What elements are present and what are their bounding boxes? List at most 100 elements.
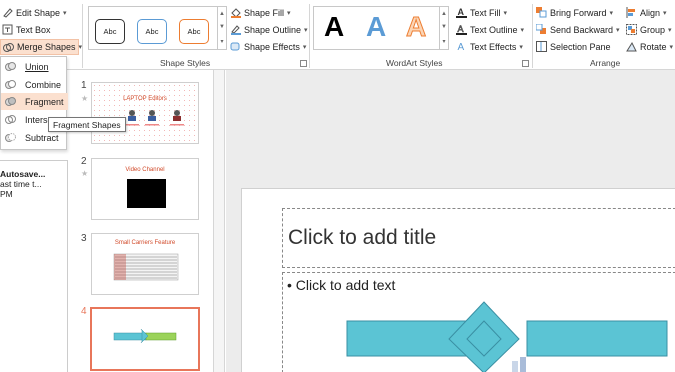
chevron-up-icon[interactable]: ▲ bbox=[441, 11, 447, 17]
bring-forward-label: Bring Forward bbox=[550, 7, 607, 18]
dialog-launcher-icon[interactable] bbox=[300, 60, 307, 67]
wordart-style-3[interactable]: A bbox=[405, 11, 426, 43]
gallery-scroller[interactable]: ▲ ▼ ▾ bbox=[439, 7, 448, 49]
group-separator bbox=[532, 4, 533, 68]
chevron-down-icon[interactable]: ▼ bbox=[219, 24, 225, 30]
thumbnail-table bbox=[113, 253, 179, 281]
shape-styles-group-label: Shape Styles bbox=[160, 58, 211, 68]
chevron-down-icon: ▾ bbox=[520, 26, 525, 34]
intersect-icon bbox=[5, 114, 16, 125]
slide-thumbnail-4[interactable] bbox=[90, 307, 200, 371]
shape-style-swatch-1[interactable]: Abc bbox=[95, 19, 125, 44]
slide-thumbnail-3[interactable]: Small Carriers Feature bbox=[91, 233, 199, 295]
arrange-group-label: Arrange bbox=[590, 58, 621, 68]
slide-thumbnail-2[interactable]: Video Channel bbox=[91, 158, 199, 220]
slide-number: 4 bbox=[81, 306, 87, 317]
shape-fill-button[interactable]: Shape Fill ▾ bbox=[230, 5, 291, 20]
menu-item-union[interactable]: Union bbox=[1, 58, 68, 75]
chevron-down-icon: ▾ bbox=[503, 9, 508, 17]
slide-number: 3 bbox=[81, 233, 87, 244]
wordart-styles-gallery: A A A ▲ ▼ ▾ bbox=[313, 6, 449, 50]
chevron-down-icon: ▾ bbox=[63, 9, 67, 17]
align-button[interactable]: Align ▾ bbox=[626, 5, 667, 20]
merged-shapes[interactable] bbox=[242, 189, 675, 372]
bring-forward-icon bbox=[536, 7, 547, 18]
group-separator bbox=[82, 4, 83, 68]
edit-shape-button[interactable]: Edit Shape ▾ bbox=[2, 5, 67, 20]
chevron-down-icon: ▾ bbox=[616, 26, 620, 34]
send-backward-icon bbox=[535, 23, 547, 35]
chevron-down-icon: ▾ bbox=[669, 43, 674, 51]
ribbon: Edit Shape ▾ Text Box Merge Shapes ▾ Abc… bbox=[0, 0, 675, 70]
merge-shapes-label: Merge Shapes bbox=[17, 42, 76, 52]
group-label: Group bbox=[640, 24, 666, 35]
dialog-launcher-icon[interactable] bbox=[522, 60, 529, 67]
merge-shapes-menu: Union Combine Fragment Intersect Subtrac… bbox=[0, 56, 68, 150]
slide-thumbnail-1[interactable]: LAPTOP Editors bbox=[91, 82, 199, 144]
autosave-info[interactable]: Autosave... ast time t... PM bbox=[0, 169, 45, 199]
combine-icon bbox=[5, 79, 16, 90]
shape-effects-button[interactable]: Shape Effects ▾ bbox=[230, 39, 306, 54]
text-effects-button[interactable]: A Text Effects ▾ bbox=[456, 39, 523, 54]
shape-styles-gallery: Abc Abc Abc ▲ ▼ ▾ bbox=[88, 6, 227, 50]
chevron-down-icon: ▾ bbox=[609, 9, 614, 17]
more-icon[interactable]: ▾ bbox=[220, 38, 223, 45]
merge-shapes-button[interactable]: Merge Shapes ▾ bbox=[0, 39, 82, 55]
chevron-down-icon: ▾ bbox=[287, 9, 291, 17]
svg-text:A: A bbox=[458, 7, 465, 17]
text-outline-icon: A bbox=[456, 24, 467, 35]
menu-item-combine[interactable]: Combine bbox=[1, 76, 68, 93]
chevron-up-icon[interactable]: ▲ bbox=[219, 11, 225, 17]
shape-effects-label: Shape Effects bbox=[244, 41, 300, 52]
selection-pane-label: Selection Pane bbox=[550, 41, 611, 52]
more-icon[interactable]: ▾ bbox=[442, 38, 445, 45]
chevron-down-icon[interactable]: ▼ bbox=[441, 24, 447, 30]
star-icon: ★ bbox=[81, 94, 89, 103]
shape-style-swatch-2[interactable]: Abc bbox=[137, 19, 167, 44]
edit-shape-icon bbox=[2, 7, 13, 18]
powerpoint-window: Edit Shape ▾ Text Box Merge Shapes ▾ Abc… bbox=[0, 0, 675, 372]
chevron-down-icon: ▾ bbox=[519, 43, 523, 51]
paint-bucket-icon bbox=[230, 7, 241, 18]
chevron-down-icon: ▾ bbox=[302, 43, 307, 51]
selection-pane-button[interactable]: Selection Pane bbox=[536, 39, 611, 54]
rotate-button[interactable]: Rotate ▾ bbox=[626, 39, 673, 54]
wordart-style-2[interactable]: A bbox=[366, 11, 386, 43]
rotate-icon bbox=[626, 41, 637, 52]
chevron-down-icon: ▾ bbox=[304, 26, 308, 34]
group-separator bbox=[309, 4, 310, 68]
pen-icon bbox=[230, 24, 241, 35]
shape-effects-icon bbox=[230, 41, 241, 52]
thumbnail-title: Video Channel bbox=[125, 167, 165, 173]
selection-pane-icon bbox=[536, 41, 547, 52]
gallery-scroller[interactable]: ▲ ▼ ▾ bbox=[217, 7, 226, 49]
tooltip: Fragment Shapes bbox=[48, 117, 126, 132]
align-label: Align bbox=[640, 7, 661, 18]
slide-number: 2 bbox=[81, 156, 87, 167]
menu-item-label: Combine bbox=[25, 79, 62, 90]
autosave-line2: PM bbox=[0, 189, 13, 199]
text-fill-icon: A bbox=[456, 7, 467, 18]
svg-text:A: A bbox=[458, 42, 465, 52]
autosave-line1: ast time t... bbox=[0, 179, 42, 189]
video-placeholder bbox=[127, 179, 166, 208]
wordart-styles-group-label: WordArt Styles bbox=[386, 58, 443, 68]
shape-outline-label: Shape Outline bbox=[244, 24, 302, 35]
group-button[interactable]: Group ▾ bbox=[626, 22, 672, 37]
bring-forward-button[interactable]: Bring Forward ▾ bbox=[536, 5, 613, 20]
shape-outline-button[interactable]: Shape Outline ▾ bbox=[230, 22, 308, 37]
merge-shapes-icon bbox=[3, 42, 14, 53]
send-backward-button[interactable]: Send Backward ▾ bbox=[535, 22, 620, 37]
text-box-button[interactable]: Text Box bbox=[2, 22, 51, 37]
text-outline-button[interactable]: A Text Outline ▾ bbox=[456, 22, 524, 37]
menu-item-fragment[interactable]: Fragment bbox=[1, 93, 68, 110]
thumbnail-scrollbar[interactable] bbox=[213, 70, 225, 372]
fragment-icon bbox=[5, 96, 16, 107]
text-box-label: Text Box bbox=[16, 24, 51, 35]
slide-editor: Click to add title • Click to add text bbox=[241, 188, 675, 372]
text-effects-icon: A bbox=[456, 41, 467, 53]
wordart-style-1[interactable]: A bbox=[324, 11, 344, 43]
shape-style-swatch-3[interactable]: Abc bbox=[179, 19, 209, 44]
union-icon bbox=[5, 61, 16, 72]
text-fill-button[interactable]: A Text Fill ▾ bbox=[456, 5, 507, 20]
